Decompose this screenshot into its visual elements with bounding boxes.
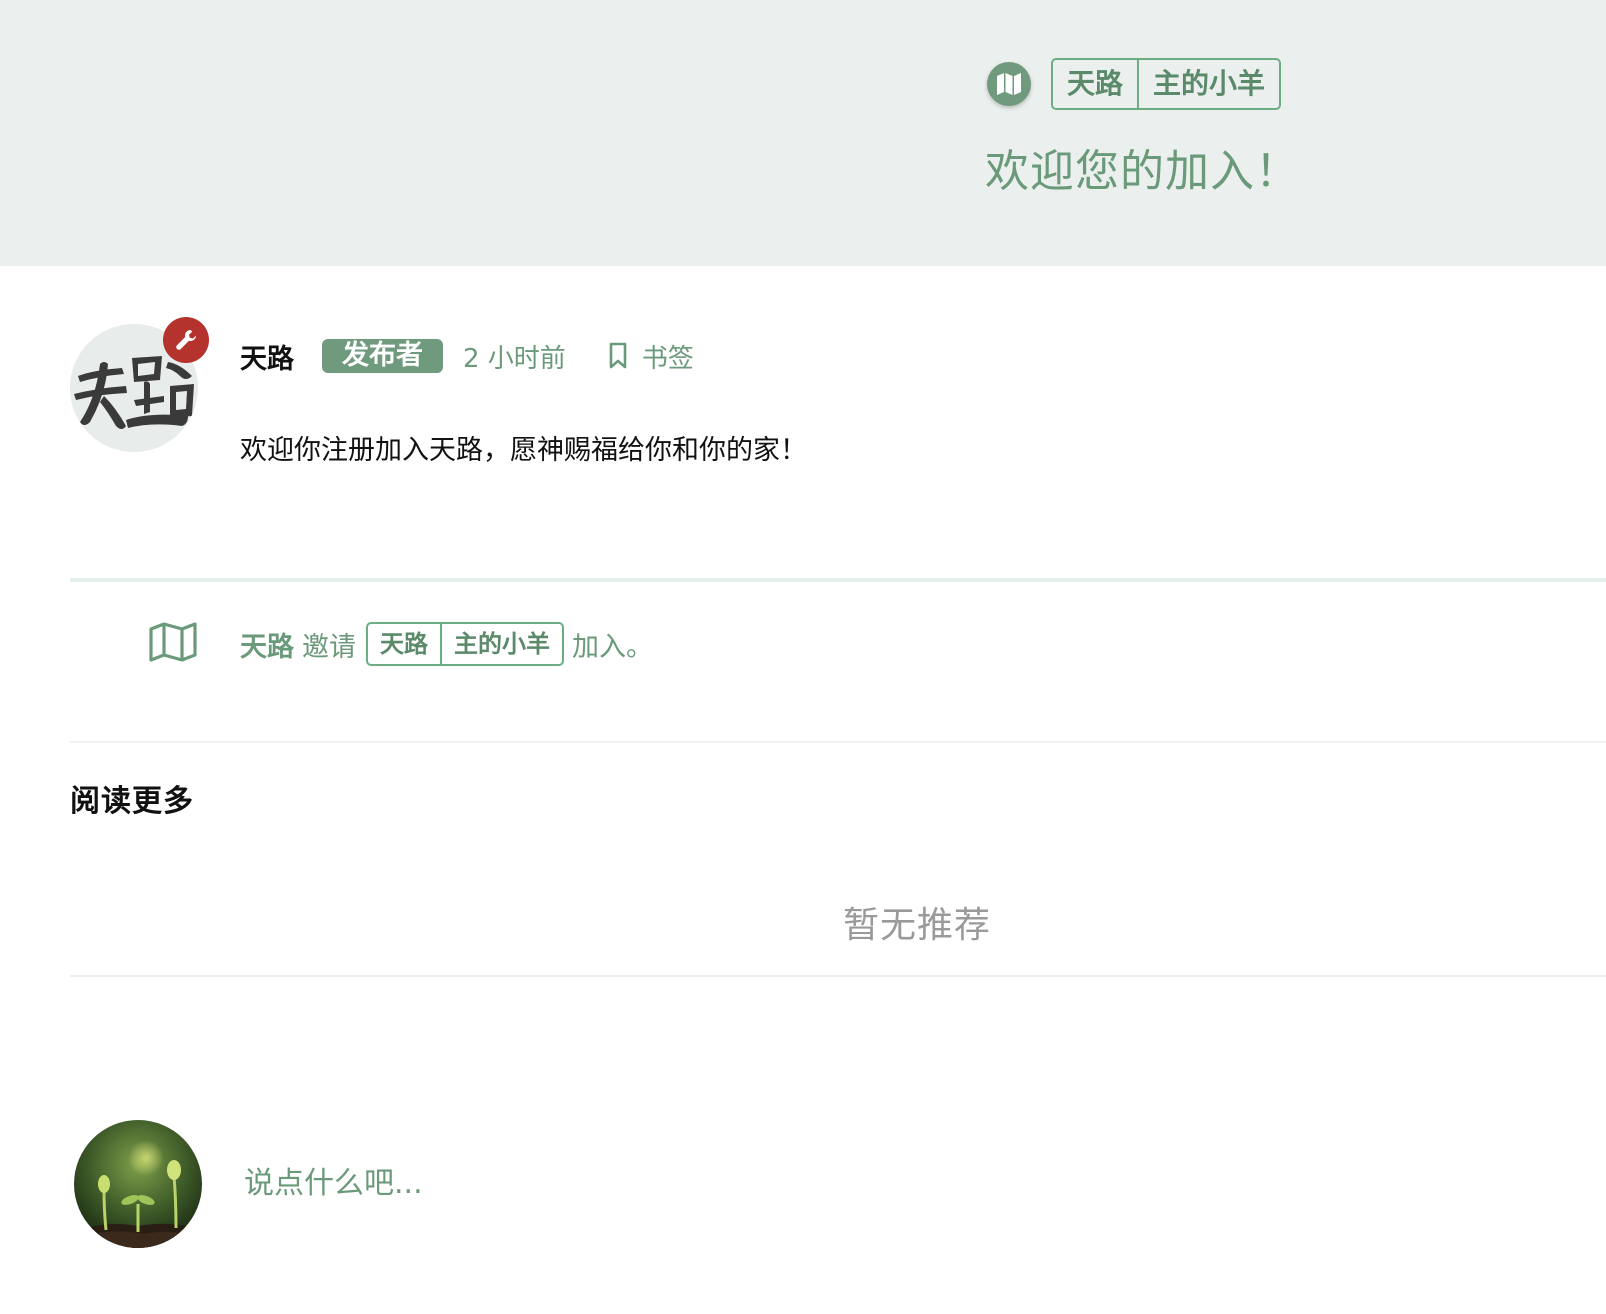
discussion-hero: 天路 主的小羊 欢迎您的加入！ — [0, 0, 1606, 266]
bookmark-label: 书签 — [641, 343, 694, 374]
comment-input[interactable] — [232, 1155, 1232, 1211]
invite-event: 天路 邀请 天路 主的小羊 加入。 — [240, 622, 653, 666]
post-divider — [70, 578, 1606, 582]
role-badge: 发布者 — [322, 339, 443, 373]
map-icon — [987, 62, 1031, 106]
user-avatar[interactable] — [74, 1120, 202, 1248]
event-suffix: 加入。 — [572, 631, 653, 663]
event-tag-group: 天路 主的小羊 — [366, 622, 564, 666]
hero-tags: 天路 主的小羊 — [987, 58, 1282, 110]
hero-tag-group: 天路 主的小羊 — [1051, 58, 1282, 110]
post-time[interactable]: 2 小时前 — [463, 338, 566, 375]
tag-zhu-de-xiaoyang[interactable]: 主的小羊 — [1137, 60, 1279, 108]
wrench-icon — [163, 317, 209, 363]
bookmark-button[interactable]: 书签 — [608, 338, 694, 375]
bookmark-icon — [609, 342, 627, 369]
post-header: 天路 发布者 2 小时前 书签 — [240, 336, 694, 376]
tag-tianlu[interactable]: 天路 — [1053, 60, 1137, 108]
post-body: 欢迎你注册加入天路，愿神赐福给你和你的家！ — [240, 435, 807, 466]
author-name[interactable]: 天路 — [240, 337, 294, 376]
event-divider — [70, 741, 1606, 743]
tag-tianlu[interactable]: 天路 — [368, 624, 440, 664]
no-recommendations: 暂无推荐 — [843, 905, 992, 946]
event-verb: 邀请 — [302, 631, 356, 663]
read-more-divider — [70, 975, 1606, 977]
discussion-title: 欢迎您的加入！ — [985, 146, 1300, 197]
tag-zhu-de-xiaoyang[interactable]: 主的小羊 — [440, 624, 562, 664]
map-outline-icon — [148, 622, 198, 666]
event-actor[interactable]: 天路 — [240, 625, 294, 664]
read-more-title: 阅读更多 — [70, 784, 194, 819]
